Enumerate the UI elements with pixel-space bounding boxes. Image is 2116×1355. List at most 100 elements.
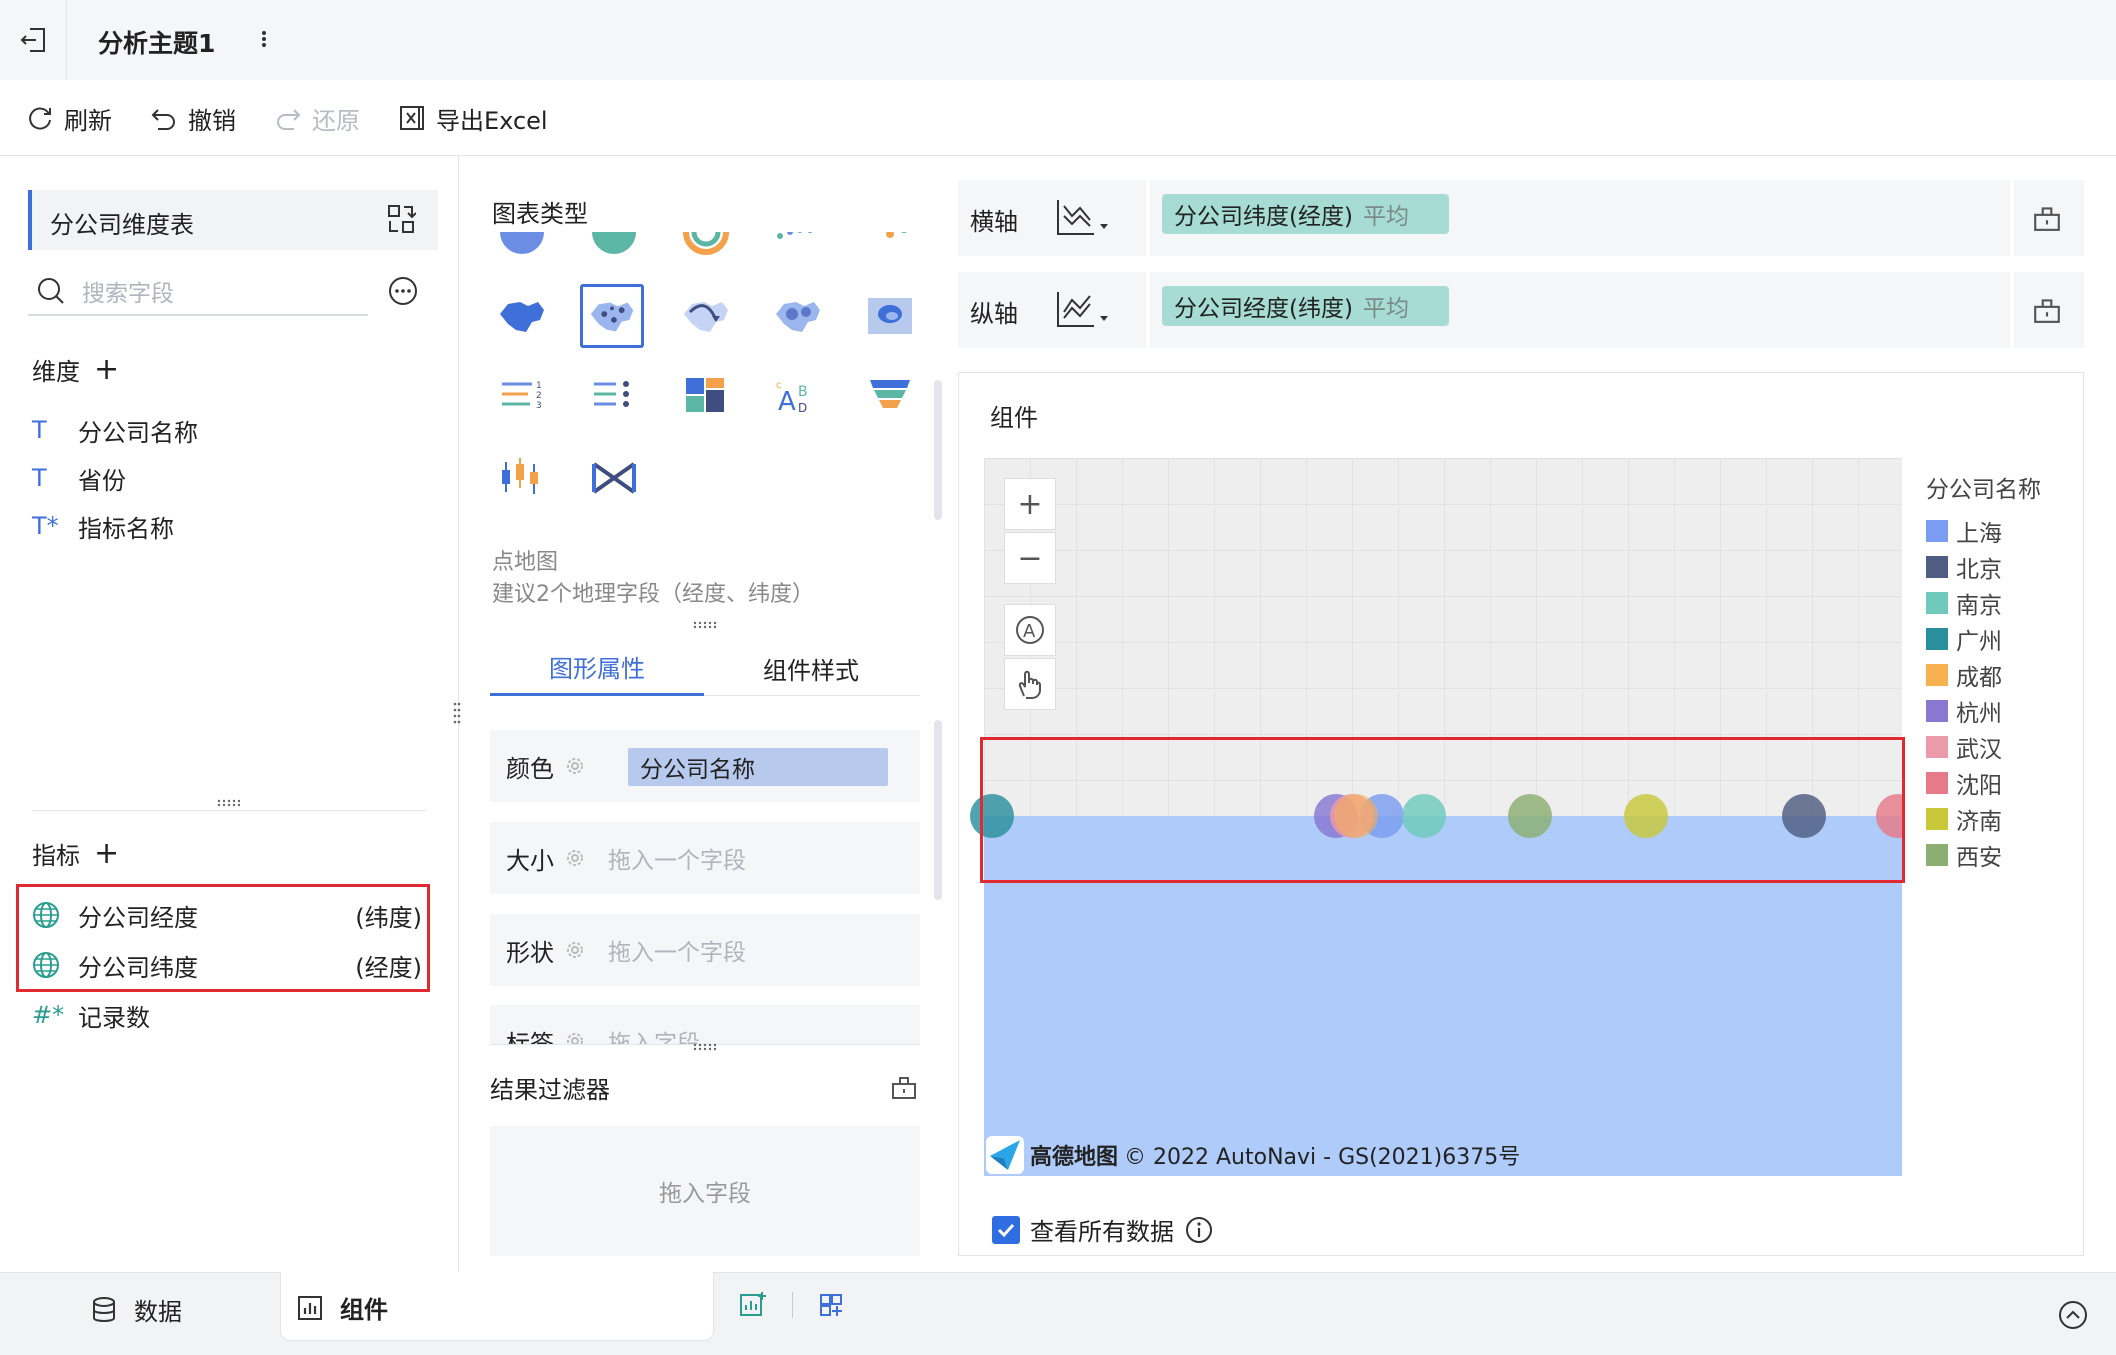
legend-item[interactable]: 武汉 xyxy=(1926,730,2002,764)
svg-text:A: A xyxy=(778,387,796,417)
refresh-button[interactable]: 刷新 xyxy=(26,98,112,138)
label-property[interactable]: 标签 拖入字段 xyxy=(490,1005,920,1045)
legend-item[interactable]: 成都 xyxy=(1926,658,2002,692)
highlight-box xyxy=(980,737,1905,883)
auto-fit-button[interactable]: A xyxy=(1004,604,1056,656)
bar-chart-icon xyxy=(296,1294,324,1322)
color-field-chip[interactable]: 分公司名称 xyxy=(628,748,888,786)
bubble-chart-icon[interactable] xyxy=(860,232,920,256)
gear-icon[interactable] xyxy=(564,755,586,777)
size-property[interactable]: 大小 拖入一个字段 xyxy=(490,822,920,894)
redo-label: 还原 xyxy=(312,106,360,135)
export-excel-button[interactable]: 导出Excel xyxy=(398,98,548,138)
axis-chart-type-icon[interactable] xyxy=(1054,194,1114,242)
legend-item[interactable]: 广州 xyxy=(1926,622,2002,656)
legend-label: 南京 xyxy=(1956,593,2002,619)
legend-swatch xyxy=(1926,844,1948,866)
info-icon[interactable] xyxy=(1184,1215,1214,1245)
legend-swatch xyxy=(1926,808,1948,830)
legend-item[interactable]: 杭州 xyxy=(1926,694,2002,728)
property-placeholder: 拖入一个字段 xyxy=(608,848,746,874)
gear-icon[interactable] xyxy=(564,847,586,869)
point-map-icon[interactable] xyxy=(580,284,644,348)
y-axis-field-chip[interactable]: 分公司经度(纬度) 平均 xyxy=(1162,286,1449,326)
metric-item[interactable]: #* 记录数 xyxy=(32,995,422,1035)
gear-icon[interactable] xyxy=(564,1030,586,1045)
legend-swatch xyxy=(1926,520,1948,542)
chart-type-scrollbar[interactable] xyxy=(934,380,942,520)
area-map-icon[interactable] xyxy=(860,286,920,346)
property-scrollbar[interactable] xyxy=(934,720,942,900)
word-cloud-icon[interactable]: ABDc xyxy=(768,368,828,428)
collapse-up-icon[interactable] xyxy=(2058,1300,2088,1330)
candlestick-chart-icon[interactable] xyxy=(492,448,552,508)
resize-handle[interactable] xyxy=(216,798,240,808)
legend-item[interactable]: 沈阳 xyxy=(1926,766,2002,800)
legend-item[interactable]: 西安 xyxy=(1926,838,2002,872)
pan-button[interactable] xyxy=(1004,658,1056,710)
pie-chart-icon[interactable] xyxy=(492,232,552,256)
legend-item[interactable]: 上海 xyxy=(1926,514,2002,548)
legend-label: 上海 xyxy=(1956,521,2002,547)
view-all-checkbox[interactable] xyxy=(992,1215,1020,1244)
tab-component-style[interactable]: 组件样式 xyxy=(704,640,918,696)
section-divider xyxy=(32,810,426,811)
chip-aggregation: 平均 xyxy=(1362,204,1409,230)
component-title: 组件 xyxy=(990,404,1038,432)
filter-drop-zone[interactable]: 拖入字段 xyxy=(490,1126,920,1256)
lock-icon[interactable] xyxy=(2032,294,2062,324)
gear-icon[interactable] xyxy=(564,939,586,961)
region-map-icon[interactable] xyxy=(492,286,552,346)
scatter-chart-icon[interactable] xyxy=(768,232,828,256)
redo-button[interactable]: 还原 xyxy=(274,98,360,138)
flow-map-icon[interactable] xyxy=(676,286,736,346)
ranking-list-icon[interactable]: 123 xyxy=(492,368,552,428)
add-dimension-icon[interactable]: + xyxy=(94,352,119,387)
funnel-chart-icon[interactable] xyxy=(860,368,920,428)
dimension-item[interactable]: T 省份 xyxy=(32,458,422,498)
search-icon xyxy=(36,276,66,306)
view-all-data: 查看所有数据 xyxy=(992,1212,1214,1247)
detail-table-icon[interactable] xyxy=(584,368,644,428)
field-search-input[interactable] xyxy=(28,270,368,316)
legend-label: 广州 xyxy=(1956,629,2002,655)
treemap-icon[interactable] xyxy=(676,368,736,428)
add-metric-icon[interactable]: + xyxy=(94,836,119,871)
switch-table-icon[interactable] xyxy=(386,203,416,235)
legend-item[interactable]: 北京 xyxy=(1926,550,2002,584)
more-vertical-icon[interactable] xyxy=(256,24,272,54)
dimension-item[interactable]: T* 指标名称 xyxy=(32,506,422,546)
calculated-number-type-icon: #* xyxy=(32,1001,65,1029)
cross-chart-icon[interactable] xyxy=(584,448,644,508)
legend-swatch xyxy=(1926,556,1948,578)
legend-swatch xyxy=(1926,664,1948,686)
heat-map-icon[interactable] xyxy=(768,286,828,346)
field-panel xyxy=(0,156,459,1272)
tab-data[interactable]: 数据 xyxy=(90,1292,182,1327)
donut-chart-icon[interactable] xyxy=(584,232,644,256)
legend-item[interactable]: 南京 xyxy=(1926,586,2002,620)
more-horizontal-icon[interactable] xyxy=(388,276,418,306)
x-axis-field-chip[interactable]: 分公司纬度(经度) 平均 xyxy=(1162,194,1449,234)
amap-logo-icon xyxy=(986,1136,1024,1174)
zoom-out-button[interactable]: − xyxy=(1004,532,1056,584)
undo-button[interactable]: 撤销 xyxy=(150,98,236,138)
legend-item[interactable]: 济南 xyxy=(1926,802,2002,836)
highlight-box xyxy=(16,884,430,992)
tab-graphic-properties[interactable]: 图形属性 xyxy=(490,640,704,696)
dimension-item[interactable]: T 分公司名称 xyxy=(32,410,422,450)
resize-handle[interactable] xyxy=(692,620,716,630)
add-dashboard-icon[interactable] xyxy=(818,1290,848,1320)
lock-icon[interactable] xyxy=(890,1072,918,1100)
svg-text:A: A xyxy=(1023,621,1036,642)
shape-property[interactable]: 形状 拖入一个字段 xyxy=(490,914,920,986)
add-component-icon[interactable] xyxy=(738,1290,768,1320)
rose-chart-icon[interactable] xyxy=(676,232,736,256)
lock-icon[interactable] xyxy=(2032,202,2062,232)
zoom-in-button[interactable]: + xyxy=(1004,478,1056,530)
exit-icon[interactable] xyxy=(18,25,48,55)
axis-separator xyxy=(2010,180,2014,256)
excel-icon xyxy=(398,104,426,132)
resize-handle[interactable] xyxy=(692,1042,716,1052)
axis-chart-type-icon[interactable] xyxy=(1054,286,1114,334)
